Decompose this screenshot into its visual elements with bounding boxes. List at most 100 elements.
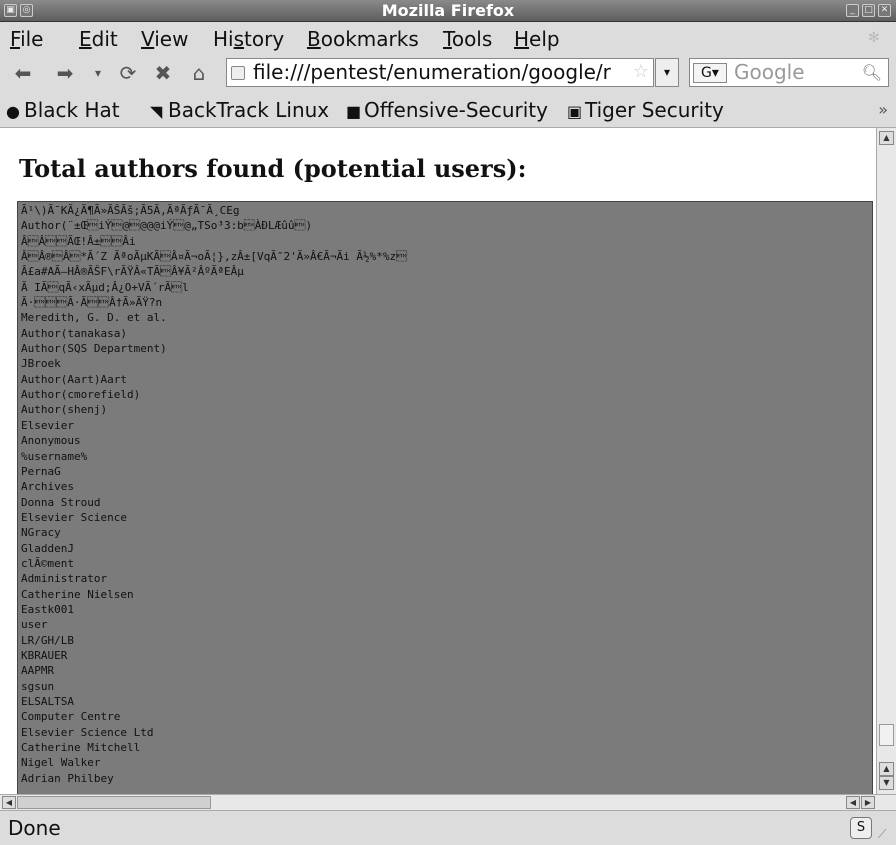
scroll-right-icon[interactable]: ▶: [861, 796, 875, 809]
menu-file[interactable]: File: [10, 26, 43, 52]
vertical-scroll-thumb[interactable]: [879, 724, 894, 746]
menu-bookmarks-mnemonic: B: [307, 27, 321, 51]
menu-bookmarks[interactable]: Bookmarks: [307, 26, 419, 52]
terminal-icon: ◥: [150, 102, 163, 121]
menu-history-label: tory: [244, 27, 285, 51]
author-line: Ã·Ã·ÃÂ†Ã»ÃŸ?n: [21, 296, 163, 310]
url-text[interactable]: file:///pentest/enumeration/google/r: [253, 59, 623, 86]
close-icon[interactable]: ✕: [878, 4, 891, 17]
menu-edit-mnemonic: E: [79, 27, 92, 51]
menu-history[interactable]: History: [213, 26, 284, 52]
author-line: Catherine Nielsen: [21, 587, 134, 601]
bookmarks-overflow-icon[interactable]: »: [878, 100, 888, 119]
scroll-up-icon[interactable]: ▲: [879, 131, 894, 145]
navigation-toolbar: ⬅ ➡ ▾ ⟳ ✖ ⌂ file:///pentest/enumeration/…: [0, 56, 896, 90]
author-line: Author(¨±ŒiÝ@@@@iÝ@„TSo³3:bÀÐLÆûû): [21, 219, 313, 233]
minimize-icon[interactable]: _: [846, 4, 859, 17]
history-dropdown-icon[interactable]: ▾: [88, 61, 108, 85]
search-bar[interactable]: G▾ Google 🔍︎: [689, 58, 889, 87]
menu-bookmarks-label: ookmarks: [320, 27, 419, 51]
bookmark-black-hat[interactable]: ● Black Hat: [6, 98, 120, 124]
menu-help-mnemonic: H: [514, 27, 530, 51]
search-icon[interactable]: 🔍︎: [862, 63, 882, 82]
bookmark-label: Tiger Security: [585, 98, 724, 122]
author-line: Author(SQS Department): [21, 342, 167, 356]
author-line: Ã IÃqÃ‹xÃµd;Â¿O+VÃ´rÃl: [21, 280, 189, 294]
search-input[interactable]: Google: [734, 59, 805, 86]
author-line: %username%: [21, 449, 88, 463]
author-line: Eastk001: [21, 602, 74, 616]
authors-results-box: Ã¹\)Ã¯KÃ¿Ã¶Ã»ÃŠÃš;Ã5Ã,ÃªÃƒÃ¯Ã¸CEg Author(…: [17, 201, 873, 794]
author-line: LR/GH/LB: [21, 633, 74, 647]
bookmark-backtrack-linux[interactable]: ◥ BackTrack Linux: [150, 98, 329, 124]
vertical-scrollbar[interactable]: ▲ ▲ ▼: [876, 128, 896, 794]
author-line: KBRAUER: [21, 648, 68, 662]
menu-history-pre: Hi: [213, 27, 234, 51]
bookmark-tiger-security[interactable]: ▣ Tiger Security: [567, 98, 724, 124]
bookmark-offensive-security[interactable]: ■ Offensive-Security: [346, 98, 548, 124]
bookmark-label: Offensive-Security: [364, 98, 548, 122]
site-identity-icon[interactable]: [231, 66, 245, 80]
horizontal-scrollbar[interactable]: ◀ ◀ ▶: [0, 794, 896, 810]
url-bar[interactable]: file:///pentest/enumeration/google/r ☆: [226, 58, 654, 87]
menu-view-mnemonic: V: [141, 27, 155, 51]
author-line: Anonymous: [21, 434, 81, 448]
back-icon[interactable]: ⬅: [10, 61, 36, 85]
author-line: Author(cmorefield): [21, 388, 141, 402]
window-titlebar: ▣ ◎ Mozilla Firefox _ □ ✕: [0, 0, 896, 22]
author-line: Adrian Philbey: [21, 771, 114, 785]
maximize-icon[interactable]: □: [862, 4, 875, 17]
author-line: Elsevier Science: [21, 510, 127, 524]
throbber-icon: ✻: [868, 30, 880, 46]
scroll-up-icon-lower[interactable]: ▲: [879, 762, 894, 776]
author-line: Author(Aart)Aart: [21, 372, 127, 386]
author-line: Archives: [21, 480, 74, 494]
author-line: sgsun: [21, 679, 55, 693]
author-line: clÃ©ment: [21, 556, 74, 570]
resize-grip-icon[interactable]: ⟋: [878, 827, 894, 843]
menu-edit[interactable]: Edit: [79, 26, 118, 52]
home-icon[interactable]: ⌂: [186, 61, 212, 85]
bookmark-star-icon[interactable]: ☆: [633, 61, 649, 82]
addon-status-icon[interactable]: S: [850, 817, 872, 839]
scroll-left-icon[interactable]: ◀: [2, 796, 16, 809]
scroll-down-icon[interactable]: ▼: [879, 776, 894, 790]
search-engine-label: G: [701, 65, 712, 81]
bookmark-label: BackTrack Linux: [168, 98, 330, 122]
author-line: Computer Centre: [21, 710, 121, 724]
status-text: Done: [8, 816, 61, 840]
author-line: Catherine Mitchell: [21, 741, 141, 755]
author-line: JBroek: [21, 357, 61, 371]
authors-list: Ã¹\)Ã¯KÃ¿Ã¶Ã»ÃŠÃš;Ã5Ã,ÃªÃƒÃ¯Ã¸CEg Author(…: [18, 202, 872, 787]
author-line: Ã¹\)Ã¯KÃ¿Ã¶Ã»ÃŠÃš;Ã5Ã,ÃªÃƒÃ¯Ã¸CEg: [21, 204, 240, 217]
globe-icon: ●: [6, 102, 20, 121]
menu-tools-label: ools: [451, 27, 493, 51]
menu-view[interactable]: View: [141, 26, 188, 52]
author-line: ELSALTSA: [21, 695, 74, 708]
stop-icon[interactable]: ✖: [150, 61, 176, 85]
menu-tools[interactable]: Tools: [443, 26, 492, 52]
forward-icon[interactable]: ➡: [52, 61, 78, 85]
menu-view-label: iew: [154, 27, 189, 51]
horizontal-scroll-thumb[interactable]: [17, 796, 211, 809]
author-line: Elsevier: [21, 418, 74, 432]
search-engine-button[interactable]: G▾: [693, 63, 727, 83]
scroll-left-icon-right[interactable]: ◀: [846, 796, 860, 809]
menu-file-mnemonic: F: [10, 27, 21, 51]
menu-tools-mnemonic: T: [443, 27, 452, 51]
author-line: ÂÂ®Â*Ã´Z ÃªoÃµKÃÂ¤Ã¬oÃ¦},zÂ±[VqÃ″2'Ã…: [21, 250, 408, 264]
status-bar: Done S ⟋: [0, 810, 896, 845]
author-line: Author(tanakasa): [21, 326, 127, 340]
author-line: Meredith, G. D. et al.: [21, 311, 167, 325]
bookmarks-toolbar: ● Black Hat ◥ BackTrack Linux ■ Offensive-S…: [0, 90, 896, 128]
page-icon: ▣: [567, 102, 583, 121]
menu-edit-label: dit: [91, 27, 118, 51]
window-title: Mozilla Firefox: [381, 1, 515, 20]
author-line: GladdenJ: [21, 541, 74, 555]
author-line: Nigel Walker: [21, 756, 101, 770]
reload-icon[interactable]: ⟳: [115, 61, 141, 85]
page-content: Total authors found (potential users): Ã…: [0, 128, 876, 794]
menu-help-label: elp: [529, 27, 560, 51]
url-dropdown-button[interactable]: ▾: [655, 58, 679, 87]
menu-help[interactable]: Help: [514, 26, 560, 52]
